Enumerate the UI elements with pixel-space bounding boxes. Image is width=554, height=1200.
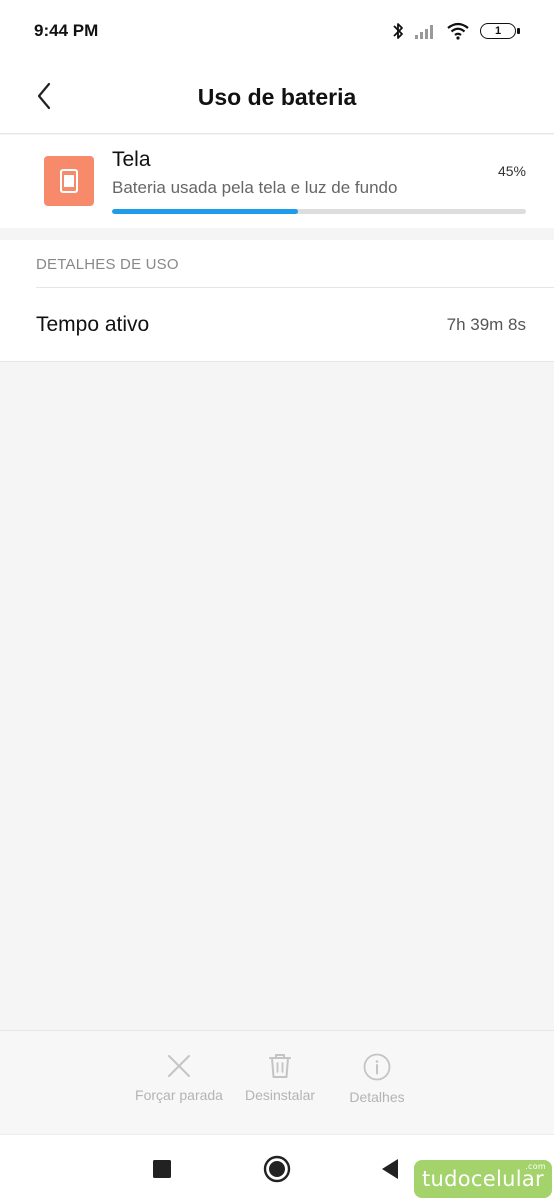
status-icons: 1 [392,21,520,41]
home-button[interactable] [263,1155,291,1188]
usage-description: Bateria usada pela tela e luz de fundo [112,178,398,197]
info-icon [327,1053,427,1081]
force-stop-button[interactable]: Forçar parada [129,1053,229,1103]
back-triangle-icon [380,1159,400,1184]
bluetooth-icon [392,21,404,41]
home-circle-icon [263,1155,291,1187]
detail-value: 7h 39m 8s [446,315,526,334]
details-button[interactable]: Detalhes [327,1053,427,1105]
detail-label: Tempo ativo [36,313,150,336]
uninstall-button[interactable]: Desinstalar [230,1053,330,1103]
trash-icon [230,1053,330,1079]
usage-percent: 45% [497,163,526,179]
battery-tip [517,28,520,34]
action-bar: Forçar parada Desinstalar Detalhes [0,1030,554,1134]
recents-button[interactable] [153,1160,171,1183]
usage-progress-bar [112,209,526,214]
signal-icon [414,23,436,39]
back-nav-button[interactable] [380,1158,400,1185]
status-time: 9:44 PM [34,21,99,40]
header: Uso de bateria [0,62,554,134]
wifi-icon [446,22,470,40]
usage-card: Tela Bateria usada pela tela e luz de fu… [0,135,554,228]
battery-level: 1 [480,23,516,39]
force-stop-label: Forçar parada [135,1087,223,1103]
usage-name: Tela [112,148,151,171]
divider [0,361,554,362]
battery-usage-screen: 9:44 PM 1 Uso de bateria Tela Bateria us… [0,0,554,1200]
watermark-logo: tudocelular .com [414,1160,552,1198]
page-title: Uso de bateria [197,84,357,110]
usage-details-section: DETALHES DE USO Tempo ativo 7h 39m 8s [0,240,554,361]
close-icon [129,1053,229,1079]
recents-square-icon [153,1160,171,1182]
uninstall-label: Desinstalar [244,1087,316,1103]
section-header: DETALHES DE USO [36,256,179,273]
details-label: Detalhes [349,1089,405,1105]
battery-icon: 1 [480,23,520,39]
watermark-superscript: .com [525,1162,546,1171]
status-bar: 9:44 PM 1 [0,0,554,62]
detail-row-active-time: Tempo ativo 7h 39m 8s [0,288,554,361]
usage-progress-fill [112,209,299,214]
tablet-screen-icon [44,156,94,206]
navigation-bar: tudocelular .com [0,1134,554,1200]
